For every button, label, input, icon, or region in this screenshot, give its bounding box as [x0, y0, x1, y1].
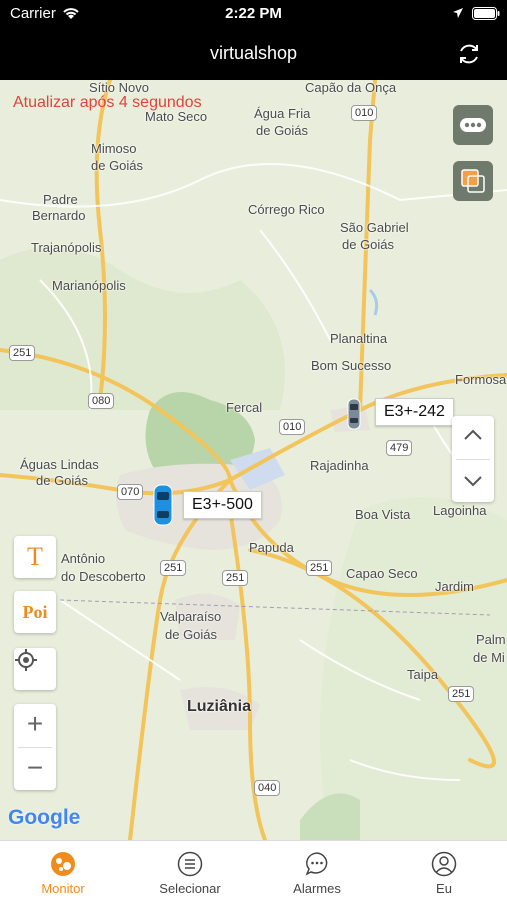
place-label: Palm: [476, 632, 506, 647]
place-label: Lagoinha: [433, 503, 487, 518]
clock: 2:22 PM: [225, 5, 282, 22]
vehicle-marker-blue[interactable]: [153, 484, 173, 526]
place-label: de Mi: [473, 650, 505, 665]
place-label: de Goiás: [342, 237, 395, 252]
divider: [456, 459, 490, 460]
crosshair-icon: [15, 649, 37, 671]
tab-bar: Monitor Selecionar Alarmes Eu: [0, 840, 507, 901]
place-label: São Gabriel: [340, 220, 409, 235]
more-button[interactable]: [453, 105, 493, 145]
navigation-bar: virtualshop: [0, 28, 507, 80]
place-label: de Goiás: [36, 473, 89, 488]
text-toggle-button[interactable]: T: [14, 536, 56, 578]
road-shield: 251: [160, 560, 187, 576]
location-arrow-icon: [453, 8, 463, 18]
road-shield: 251: [448, 686, 475, 702]
tab-eu[interactable]: Eu: [381, 841, 507, 901]
tab-label: Monitor: [41, 881, 85, 896]
place-label: Córrego Rico: [248, 202, 325, 217]
layers-icon: [461, 169, 485, 193]
vehicle-marker-gray[interactable]: [347, 398, 361, 430]
place-label: de Goiás: [91, 158, 144, 173]
place-label: Luziânia: [187, 698, 252, 715]
road-shield: 251: [306, 560, 333, 576]
divider: [18, 747, 52, 748]
tab-selecionar[interactable]: Selecionar: [127, 841, 253, 901]
place-label: Papuda: [249, 540, 294, 555]
place-label: Água Fria: [254, 106, 311, 121]
layers-button[interactable]: [453, 161, 493, 201]
google-logo: Google: [8, 806, 81, 829]
place-label: Boa Vista: [355, 507, 411, 522]
road-shield: 080: [88, 393, 115, 409]
place-label: Antônio: [61, 551, 106, 566]
place-label: Águas Lindas: [20, 457, 99, 472]
place-label: Padre: [43, 192, 78, 207]
tab-alarmes[interactable]: Alarmes: [254, 841, 380, 901]
place-label: Capao Seco: [346, 566, 418, 581]
place-label: de Goiás: [256, 123, 309, 138]
place-label: Capão da Onça: [305, 80, 397, 95]
road-shield: 010: [351, 105, 378, 121]
road-shield: 251: [222, 570, 249, 586]
poi-icon: Poi: [22, 601, 48, 622]
tab-label: Alarmes: [293, 881, 341, 896]
map-view[interactable]: Sítio Novo Capão da Onça Mato Seco Água …: [0, 80, 507, 840]
place-label: Mimoso: [91, 141, 137, 156]
tab-label: Eu: [436, 881, 452, 896]
place-label: de Goiás: [165, 627, 218, 642]
place-label: Planaltina: [330, 331, 388, 346]
chevron-down-icon[interactable]: [463, 474, 483, 488]
road-shield: 010: [279, 419, 306, 435]
vehicle-label[interactable]: E3+-242: [375, 398, 454, 426]
road-shield: 251: [9, 345, 36, 361]
page-title: virtualshop: [209, 43, 298, 63]
text-icon: T: [27, 542, 43, 571]
road-shield: 070: [117, 484, 144, 500]
place-label: Trajanópolis: [31, 240, 102, 255]
place-label: Taipa: [407, 667, 439, 682]
poi-button[interactable]: Poi: [14, 591, 56, 633]
monitor-icon: [51, 852, 75, 876]
list-icon: [177, 851, 203, 877]
place-label: Bernardo: [32, 208, 86, 223]
zoom-control: + −: [14, 704, 56, 790]
tab-label: Selecionar: [159, 881, 221, 896]
vehicle-label[interactable]: E3+-500: [183, 491, 262, 519]
zoom-in-button[interactable]: +: [14, 708, 56, 740]
chat-icon: [305, 852, 328, 876]
zoom-out-button[interactable]: −: [14, 752, 56, 784]
status-bar: Carrier 2:22 PM: [0, 0, 507, 28]
pan-control: [452, 416, 494, 502]
tab-monitor[interactable]: Monitor: [0, 841, 126, 901]
road-shield: 479: [386, 440, 413, 456]
place-label: Marianópolis: [52, 278, 126, 293]
user-icon: [431, 851, 457, 877]
refresh-icon[interactable]: [457, 42, 481, 66]
place-label: Valparaíso: [160, 609, 222, 624]
refresh-countdown: Atualizar após 4 segundos: [13, 94, 202, 111]
place-label: Rajadinha: [310, 458, 369, 473]
place-label: Formosa: [455, 372, 507, 387]
place-label: Bom Sucesso: [311, 358, 392, 373]
place-label: do Descoberto: [61, 569, 146, 584]
battery-icon: [472, 7, 500, 20]
chevron-up-icon[interactable]: [463, 428, 483, 442]
place-label: Jardim: [435, 579, 475, 594]
place-label: Fercal: [226, 400, 263, 415]
more-icon: [460, 118, 486, 132]
locate-button[interactable]: [14, 648, 56, 690]
road-shield: 040: [254, 780, 281, 796]
